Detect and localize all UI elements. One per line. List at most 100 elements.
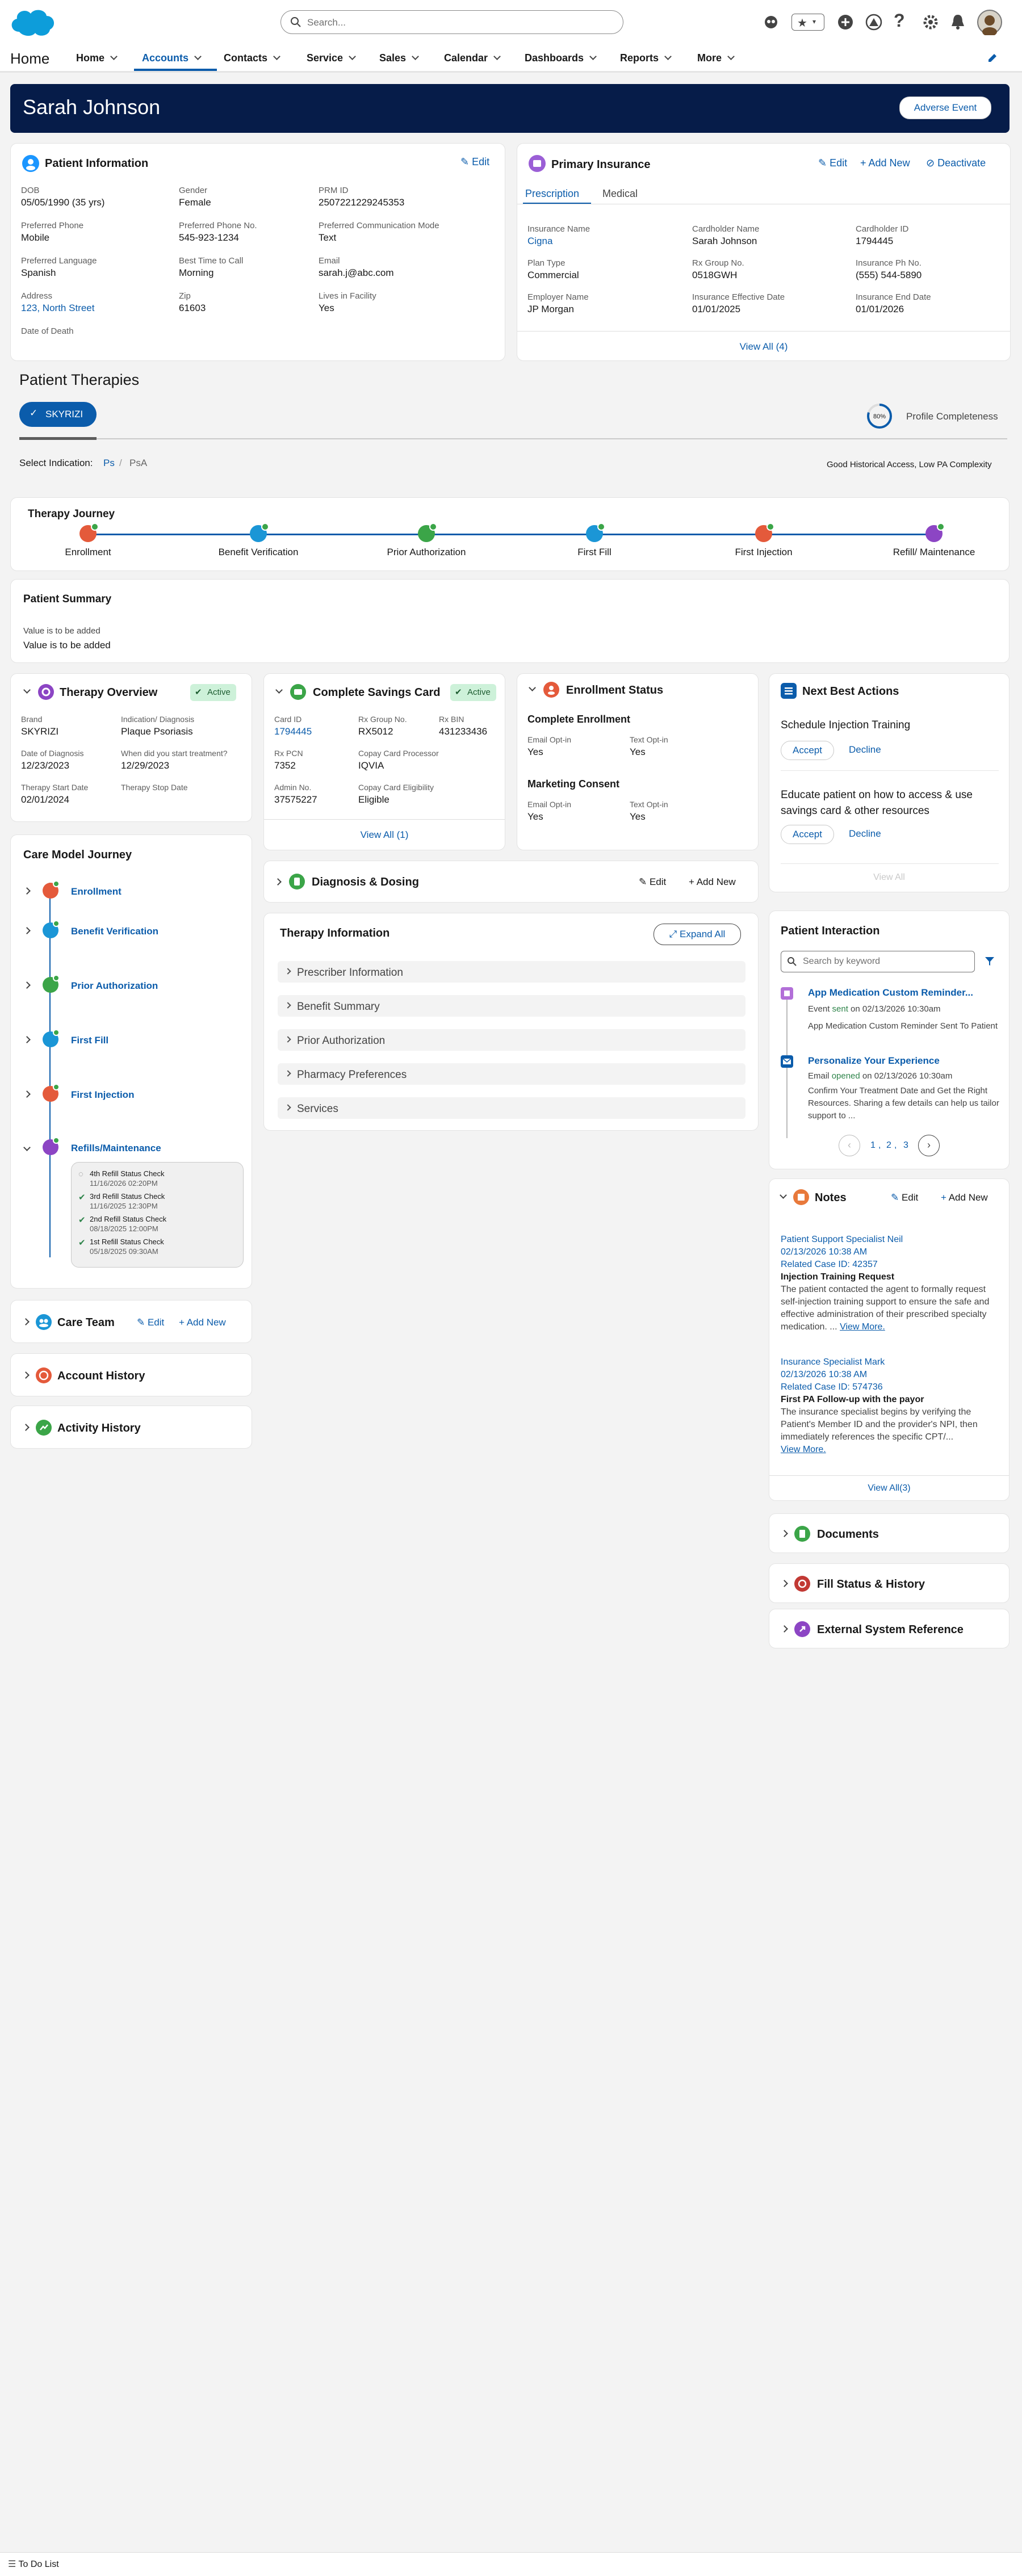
care-step-link[interactable]: First Injection	[71, 1089, 134, 1101]
nav-home[interactable]: Home	[76, 52, 118, 64]
user-avatar[interactable]	[977, 9, 1003, 35]
indication-psa[interactable]: PsA	[129, 458, 147, 469]
next-best-actions-card: Next Best Actions Schedule Injection Tra…	[769, 673, 1010, 892]
global-search[interactable]: Search...	[280, 10, 623, 34]
nav-dashboards[interactable]: Dashboards	[525, 52, 597, 64]
salesforce-logo[interactable]	[8, 6, 57, 39]
to-do-list-button[interactable]: ☰ To Do List	[8, 2558, 59, 2570]
nav-sales[interactable]: Sales	[379, 52, 419, 64]
indication-ps[interactable]: Ps	[103, 458, 115, 469]
filter-icon[interactable]	[984, 955, 995, 967]
prev-page-button[interactable]: ‹	[839, 1135, 860, 1156]
care-step-link[interactable]: Prior Authorization	[71, 980, 158, 992]
expand-all-button[interactable]: ⤢ Expand All	[654, 924, 741, 945]
account-history-card[interactable]: Account History	[10, 1353, 252, 1396]
notes-add-new-link[interactable]: + Add New	[941, 1192, 988, 1203]
therapy-pill-skyrizi[interactable]: ✓ SKYRIZI	[19, 402, 97, 427]
tab-medical[interactable]: Medical	[602, 188, 638, 200]
diagnosis-edit-link[interactable]: ✎ Edit	[639, 876, 666, 888]
insurance-edit-link[interactable]: ✎ Edit	[818, 157, 847, 169]
step-chevron-icon[interactable]	[23, 1090, 31, 1098]
external-system-card[interactable]: External System Reference	[769, 1609, 1010, 1648]
diagnosis-add-new-link[interactable]: + Add New	[689, 876, 736, 888]
interaction-1-title[interactable]: App Medication Custom Reminder...	[808, 987, 973, 998]
care-team-edit-link[interactable]: ✎ Edit	[137, 1317, 164, 1328]
adverse-event-button[interactable]: Adverse Event	[899, 97, 991, 119]
step-chevron-icon[interactable]	[23, 927, 31, 934]
expand-chevron-icon[interactable]	[22, 1318, 30, 1325]
therapy-info-section[interactable]: Prescriber Information	[278, 961, 745, 983]
insurance-add-new-link[interactable]: + Add New	[860, 157, 910, 169]
notes-edit-link[interactable]: ✎ Edit	[891, 1192, 918, 1203]
nav-service[interactable]: Service	[307, 52, 356, 64]
collapse-chevron-icon[interactable]	[275, 686, 283, 694]
expand-chevron-icon[interactable]	[274, 878, 282, 886]
add-icon[interactable]	[837, 14, 854, 31]
field-value[interactable]: Cigna	[527, 236, 552, 247]
collapse-chevron-icon[interactable]	[529, 684, 536, 691]
notes-view-all-link[interactable]: View All(3)	[769, 1483, 1009, 1493]
einstein-icon[interactable]	[763, 15, 779, 30]
care-step-link[interactable]: Benefit Verification	[71, 926, 158, 937]
page-1[interactable]: 1	[870, 1140, 876, 1151]
note-2-date: 02/13/2026 10:38 AM	[781, 1370, 868, 1379]
action-2-accept-button[interactable]: Accept	[781, 825, 834, 844]
action-1-accept-button[interactable]: Accept	[781, 741, 834, 760]
notifications-bell-icon[interactable]	[949, 12, 966, 31]
step-chevron-icon[interactable]	[23, 1036, 31, 1043]
nav-contacts[interactable]: Contacts	[224, 52, 280, 64]
step-chevron-icon[interactable]	[23, 981, 31, 989]
interaction-search-input[interactable]: Search by keyword	[781, 951, 975, 972]
therapy-info-section[interactable]: Pharmacy Preferences	[278, 1063, 745, 1085]
note-2-view-more[interactable]: View More.	[781, 1444, 999, 1456]
expand-chevron-icon[interactable]	[22, 1371, 30, 1379]
care-step-link[interactable]: Refills/Maintenance	[71, 1143, 161, 1154]
activity-history-card[interactable]: Activity History	[10, 1406, 252, 1449]
action-1-decline-link[interactable]: Decline	[849, 744, 881, 756]
note-2-author[interactable]: Insurance Specialist Mark	[781, 1356, 999, 1369]
care-step-link[interactable]: Enrollment	[71, 886, 122, 897]
settings-gear-icon[interactable]	[922, 14, 939, 31]
tab-prescription[interactable]: Prescription	[525, 188, 579, 200]
edit-nav-pencil-icon[interactable]	[987, 52, 998, 64]
trailhead-icon[interactable]	[865, 14, 882, 31]
page-2[interactable]: 2	[886, 1140, 891, 1151]
expand-chevron-icon[interactable]	[781, 1625, 788, 1633]
insurance-view-all-link[interactable]: View All (4)	[517, 341, 1010, 353]
therapy-info-section[interactable]: Benefit Summary	[278, 995, 745, 1017]
therapy-info-section[interactable]: Services	[278, 1097, 745, 1119]
interaction-2-title[interactable]: Personalize Your Experience	[808, 1055, 940, 1067]
journey-step-label: Refill/ Maintenance	[893, 547, 975, 557]
expand-chevron-icon[interactable]	[22, 1424, 30, 1431]
care-step-link[interactable]: First Fill	[71, 1035, 108, 1046]
patient-info-title: Patient Information	[45, 157, 149, 170]
help-icon[interactable]: ?	[894, 10, 905, 31]
next-page-button[interactable]: ›	[918, 1135, 940, 1156]
step-chevron-icon[interactable]	[23, 1144, 31, 1151]
action-2-decline-link[interactable]: Decline	[849, 828, 881, 840]
fill-status-card[interactable]: Fill Status & History	[769, 1563, 1010, 1603]
expand-chevron-icon[interactable]	[781, 1530, 788, 1537]
patient-info-edit-link[interactable]: ✎ Edit	[460, 156, 489, 168]
field-value[interactable]: 1794445	[274, 726, 312, 737]
nav-calendar[interactable]: Calendar	[444, 52, 501, 64]
nba-view-all-link[interactable]: View All	[769, 872, 1009, 883]
care-team-add-new-link[interactable]: + Add New	[179, 1317, 226, 1328]
nav-more[interactable]: More	[697, 52, 735, 64]
favorites-button[interactable]: ★ ▾	[791, 14, 824, 31]
page-3[interactable]: 3	[903, 1140, 908, 1151]
expand-chevron-icon[interactable]	[781, 1580, 788, 1587]
insurance-deactivate-link[interactable]: ⊘ Deactivate	[926, 157, 986, 169]
note-1-author[interactable]: Patient Support Specialist Neil	[781, 1234, 999, 1246]
email-opt-in-label: Email Opt-in	[527, 735, 572, 744]
nav-reports[interactable]: Reports	[620, 52, 672, 64]
documents-card[interactable]: Documents	[769, 1513, 1010, 1553]
collapse-chevron-icon[interactable]	[23, 686, 31, 694]
note-1-view-more[interactable]: View More.	[840, 1322, 885, 1332]
therapy-info-section[interactable]: Prior Authorization	[278, 1029, 745, 1051]
field-value[interactable]: 123, North Street	[21, 303, 94, 314]
step-chevron-icon[interactable]	[23, 887, 31, 895]
nav-accounts[interactable]: Accounts	[142, 52, 202, 64]
collapse-chevron-icon[interactable]	[780, 1191, 787, 1199]
savings-view-all-link[interactable]: View All (1)	[264, 829, 505, 841]
